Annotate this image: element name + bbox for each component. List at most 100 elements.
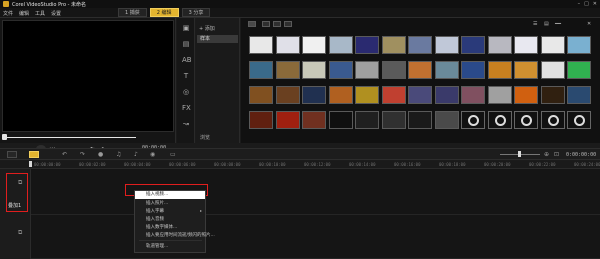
media-thumbnail[interactable] <box>381 111 406 129</box>
media-thumbnail[interactable] <box>408 86 432 104</box>
zoom-slider-handle[interactable] <box>518 151 521 157</box>
media-thumbnail[interactable] <box>487 111 512 129</box>
timeline-ruler[interactable]: 00:00:00:00 00:00:02:00 00:00:04:00 00:00:0… <box>0 161 600 169</box>
media-thumbnail[interactable] <box>461 36 485 54</box>
media-thumbnail[interactable] <box>434 61 459 79</box>
media-thumbnail[interactable] <box>381 36 406 54</box>
media-thumbnail[interactable] <box>408 111 432 129</box>
media-thumbnail[interactable] <box>355 111 379 129</box>
menu-edit[interactable]: 编辑 <box>19 10 29 17</box>
mixer-icon[interactable]: ♫ <box>116 151 121 158</box>
tab-edit[interactable]: 2 编辑 <box>149 8 179 17</box>
media-thumbnail[interactable] <box>275 86 300 104</box>
zoom-in-icon[interactable]: ⊕ <box>544 151 549 158</box>
media-thumbnail[interactable] <box>567 61 591 79</box>
tab-share[interactable]: 3 分享 <box>181 8 211 17</box>
media-thumbnail[interactable] <box>355 86 379 104</box>
thumbnail-size-slider[interactable]: ━━ <box>555 21 561 27</box>
media-thumbnail[interactable] <box>567 86 591 104</box>
storyboard-view-button[interactable] <box>7 151 17 158</box>
close-gallery-icon[interactable]: ✕ <box>587 21 591 27</box>
overlay-track[interactable] <box>31 215 600 259</box>
media-thumbnail[interactable] <box>540 86 565 104</box>
undo-icon[interactable]: ↶ <box>62 151 67 158</box>
media-thumbnail[interactable] <box>434 36 459 54</box>
media-thumbnail[interactable] <box>249 36 273 54</box>
media-thumbnail[interactable] <box>328 86 353 104</box>
menu-item-insert-photo[interactable]: 插入照片... <box>146 200 168 206</box>
folder-samples[interactable]: 样本 <box>197 35 238 43</box>
media-thumbnail[interactable] <box>302 111 326 129</box>
sort-icon[interactable]: ☰ <box>533 21 537 27</box>
media-thumbnail[interactable] <box>408 36 432 54</box>
media-thumbnail[interactable] <box>302 86 326 104</box>
menu-item-insert-digital-media[interactable]: 插入数字媒体... <box>146 224 177 230</box>
subtitle-icon[interactable]: ▭ <box>170 151 176 158</box>
media-thumbnail[interactable] <box>381 61 406 79</box>
media-thumbnail[interactable] <box>355 61 379 79</box>
show-audio-icon[interactable] <box>284 21 292 27</box>
path-icon[interactable]: ↝ <box>182 120 190 128</box>
browse-button[interactable]: 浏览 <box>200 134 210 141</box>
menu-settings[interactable]: 设置 <box>51 10 61 17</box>
show-photos-icon[interactable] <box>273 21 281 27</box>
media-thumbnail[interactable] <box>487 86 512 104</box>
media-thumbnail[interactable] <box>461 61 485 79</box>
import-media-icon[interactable] <box>248 21 256 27</box>
media-thumbnail[interactable] <box>381 86 406 104</box>
auto-music-icon[interactable]: ♪ <box>134 151 138 158</box>
media-thumbnail[interactable] <box>249 111 273 129</box>
media-thumbnail[interactable] <box>275 36 300 54</box>
media-thumbnail[interactable] <box>514 61 538 79</box>
timeline-playhead[interactable] <box>29 161 32 167</box>
add-folder-button[interactable]: + 添加 <box>199 25 215 32</box>
fit-icon[interactable]: ⊡ <box>554 151 559 158</box>
media-thumbnail[interactable] <box>355 36 379 54</box>
show-videos-icon[interactable] <box>262 21 270 27</box>
minimize-button[interactable]: – <box>578 1 581 7</box>
tab-capture[interactable]: 1 捕获 <box>118 8 147 17</box>
media-thumbnail[interactable] <box>540 36 565 54</box>
media-thumbnail[interactable] <box>302 61 326 79</box>
media-thumbnail[interactable] <box>249 86 273 104</box>
media-thumbnail[interactable] <box>275 61 300 79</box>
menu-item-insert-subtitle[interactable]: 插入字幕 <box>146 208 164 214</box>
menu-file[interactable]: 文件 <box>3 10 13 17</box>
media-thumbnail[interactable] <box>434 111 459 129</box>
transition-icon[interactable]: AB <box>182 56 192 64</box>
redo-icon[interactable]: ↷ <box>80 151 85 158</box>
media-thumbnail[interactable] <box>461 86 485 104</box>
media-icon[interactable]: ▣ <box>182 24 190 32</box>
menu-item-insert-timelapse[interactable]: 插入要应用时间流逝/频闪的照片... <box>146 232 215 238</box>
maximize-button[interactable]: □ <box>584 1 589 7</box>
menu-item-insert-video[interactable]: 插入视频... <box>135 191 205 199</box>
media-thumbnail[interactable] <box>540 61 565 79</box>
media-thumbnail[interactable] <box>275 111 300 129</box>
menu-item-insert-audio[interactable]: 插入音频 <box>146 216 164 222</box>
media-thumbnail[interactable] <box>567 111 591 129</box>
media-thumbnail[interactable] <box>567 36 591 54</box>
media-thumbnail[interactable] <box>514 86 538 104</box>
video-track[interactable] <box>31 169 600 215</box>
media-thumbnail[interactable] <box>514 36 538 54</box>
overlay-track-header[interactable]: ⧉ <box>0 215 31 259</box>
menu-tools[interactable]: 工具 <box>35 10 45 17</box>
media-thumbnail[interactable] <box>487 36 512 54</box>
close-button[interactable]: ✕ <box>593 1 597 7</box>
media-thumbnail[interactable] <box>249 61 273 79</box>
menu-item-track-manager[interactable]: 轨道管理... <box>146 243 168 249</box>
motion-tracking-icon[interactable]: ◉ <box>150 151 155 158</box>
instant-project-icon[interactable]: ▤ <box>182 40 190 48</box>
media-thumbnail[interactable] <box>487 61 512 79</box>
filter-icon[interactable]: FX <box>182 104 191 112</box>
media-thumbnail[interactable] <box>328 36 353 54</box>
record-icon[interactable]: ● <box>98 151 103 158</box>
list-view-icon[interactable]: ▤ <box>544 21 549 27</box>
media-thumbnail[interactable] <box>302 36 326 54</box>
media-thumbnail[interactable] <box>408 61 432 79</box>
media-thumbnail[interactable] <box>434 86 459 104</box>
title-icon[interactable]: T <box>182 72 190 80</box>
media-thumbnail[interactable] <box>540 111 565 129</box>
media-thumbnail[interactable] <box>461 111 485 129</box>
scrubber-handle[interactable] <box>2 134 7 140</box>
